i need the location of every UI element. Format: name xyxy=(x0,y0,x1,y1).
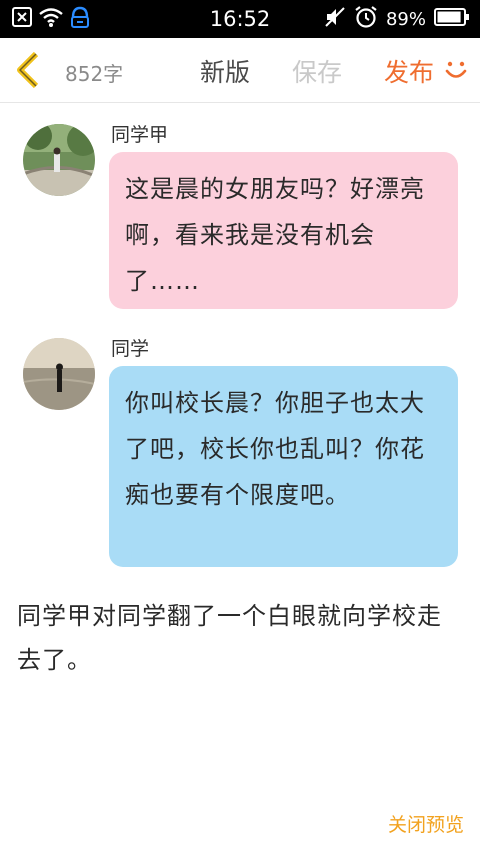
chat-bubble[interactable]: 这是晨的女朋友吗？好漂亮啊，看来我是没有机会了…… xyxy=(109,152,458,309)
sender-name: 同学甲 xyxy=(111,124,169,146)
mute-icon xyxy=(324,6,346,32)
sender-name: 同学 xyxy=(111,338,150,360)
word-count: 852字 xyxy=(65,62,124,86)
publish-button[interactable]: 发布 xyxy=(384,53,434,89)
close-preview-button[interactable]: 关闭预览 xyxy=(388,810,464,837)
back-button[interactable] xyxy=(12,50,46,90)
battery-percent: 89% xyxy=(385,8,426,30)
battery-icon xyxy=(434,7,470,31)
alarm-icon xyxy=(354,5,378,33)
chevron-left-icon xyxy=(17,51,39,89)
avatar-photo-park xyxy=(23,124,95,196)
status-bar: 16:52 89% xyxy=(0,0,480,38)
avatar[interactable] xyxy=(23,338,95,410)
avatar[interactable] xyxy=(23,124,95,196)
narration-text[interactable]: 同学甲对同学翻了一个白眼就向学校走去了。 xyxy=(17,594,463,682)
chat-bubble[interactable]: 你叫校长晨？你胆子也太大了吧，校长你也乱叫？你花痴也要有个限度吧。 xyxy=(109,366,458,567)
save-button[interactable]: 保存 xyxy=(292,53,342,89)
editor-toolbar: 852字 新版 保存 发布 xyxy=(0,38,480,103)
new-version-button[interactable]: 新版 xyxy=(200,53,250,89)
status-right-icons: 89% xyxy=(324,5,470,33)
avatar-photo-beach xyxy=(23,338,95,410)
smile-icon[interactable] xyxy=(444,58,468,82)
